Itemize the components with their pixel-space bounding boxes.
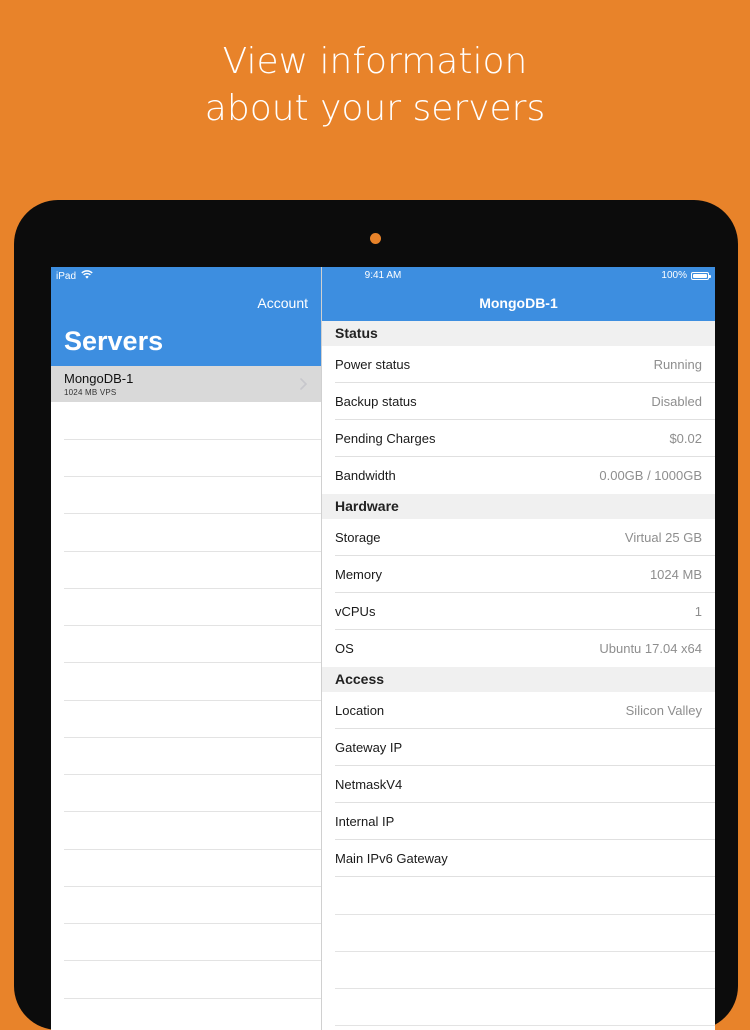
headline-line-1: View information bbox=[222, 41, 528, 82]
row-label: Storage bbox=[335, 530, 381, 545]
list-separator bbox=[64, 476, 321, 477]
servers-title: Servers bbox=[64, 326, 164, 356]
ipad-screen: iPad 9:41 AM 100% Account Servers MongoD… bbox=[51, 267, 715, 1030]
list-separator bbox=[64, 923, 321, 924]
headline-line-2: about your servers bbox=[204, 88, 546, 129]
battery-icon bbox=[691, 271, 711, 280]
account-button[interactable]: Account bbox=[257, 295, 308, 311]
row-label: Bandwidth bbox=[335, 468, 396, 483]
chevron-right-icon bbox=[300, 378, 308, 390]
row-label: OS bbox=[335, 641, 354, 656]
detail-row-backup-status[interactable]: Backup status Disabled bbox=[322, 383, 715, 420]
detail-row-location[interactable]: Location Silicon Valley bbox=[322, 692, 715, 729]
row-label: Pending Charges bbox=[335, 431, 436, 446]
list-separator bbox=[64, 439, 321, 440]
row-label: Location bbox=[335, 703, 385, 718]
detail-row-power-status[interactable]: Power status Running bbox=[322, 346, 715, 383]
row-value: 1024 MB bbox=[649, 567, 702, 582]
row-value: Silicon Valley bbox=[625, 703, 702, 718]
server-detail-pane: MongoDB-1 Status Power status Running Ba… bbox=[322, 267, 715, 1030]
servers-master-pane: Account Servers MongoDB-1 1024 MB VPS bbox=[51, 267, 322, 1030]
status-bar: iPad 9:41 AM 100% bbox=[51, 267, 715, 285]
front-camera bbox=[370, 233, 381, 244]
row-label: vCPUs bbox=[335, 604, 376, 619]
detail-title: MongoDB-1 bbox=[479, 295, 558, 311]
row-value: 0.00GB / 1000GB bbox=[599, 468, 702, 483]
server-list-item[interactable]: MongoDB-1 1024 MB VPS bbox=[51, 366, 321, 402]
status-time: 9:41 AM bbox=[364, 270, 402, 281]
list-separator bbox=[64, 625, 321, 626]
detail-row-vcpus[interactable]: vCPUs 1 bbox=[322, 593, 715, 630]
server-plan: 1024 MB VPS bbox=[64, 388, 117, 397]
list-separator bbox=[64, 849, 321, 850]
row-value: 1 bbox=[694, 604, 702, 619]
battery-percentage: 100% bbox=[661, 270, 687, 281]
row-label: NetmaskV4 bbox=[335, 777, 403, 792]
detail-row-netmask-v4[interactable]: NetmaskV4 bbox=[322, 766, 715, 803]
list-separator bbox=[64, 700, 321, 701]
list-separator bbox=[64, 737, 321, 738]
row-value: Ubuntu 17.04 x64 bbox=[599, 641, 702, 656]
detail-row-internal-ip[interactable]: Internal IP bbox=[322, 803, 715, 840]
list-separator bbox=[64, 960, 321, 961]
empty-row-separator bbox=[335, 988, 715, 989]
row-separator bbox=[335, 876, 715, 877]
row-label: Memory bbox=[335, 567, 382, 582]
empty-row-separator bbox=[335, 951, 715, 952]
row-label: Main IPv6 Gateway bbox=[335, 851, 448, 866]
list-separator bbox=[64, 588, 321, 589]
row-value: Disabled bbox=[651, 394, 702, 409]
detail-row-main-ipv6-gateway[interactable]: Main IPv6 Gateway bbox=[322, 840, 715, 877]
detail-row-bandwidth[interactable]: Bandwidth 0.00GB / 1000GB bbox=[322, 457, 715, 494]
ipad-device-frame: iPad 9:41 AM 100% Account Servers MongoD… bbox=[14, 200, 738, 1030]
section-header-status: Status bbox=[322, 321, 715, 346]
row-value: $0.02 bbox=[669, 431, 702, 446]
detail-row-gateway-ip[interactable]: Gateway IP bbox=[322, 729, 715, 766]
list-separator bbox=[64, 774, 321, 775]
row-label: Power status bbox=[335, 357, 411, 372]
list-separator bbox=[64, 551, 321, 552]
detail-row-memory[interactable]: Memory 1024 MB bbox=[322, 556, 715, 593]
section-header-hardware: Hardware bbox=[322, 494, 715, 519]
detail-row-storage[interactable]: Storage Virtual 25 GB bbox=[322, 519, 715, 556]
detail-row-os[interactable]: OS Ubuntu 17.04 x64 bbox=[322, 630, 715, 667]
server-name: MongoDB-1 bbox=[64, 371, 134, 386]
marketing-headline: View information about your servers bbox=[0, 38, 750, 132]
list-separator bbox=[64, 811, 321, 812]
empty-row-separator bbox=[335, 1025, 715, 1026]
section-header-access: Access bbox=[322, 667, 715, 692]
empty-row-separator bbox=[335, 914, 715, 915]
list-separator bbox=[64, 662, 321, 663]
row-value: Running bbox=[653, 357, 702, 372]
list-separator bbox=[64, 513, 321, 514]
detail-row-pending-charges[interactable]: Pending Charges $0.02 bbox=[322, 420, 715, 457]
list-separator bbox=[64, 998, 321, 999]
row-label: Gateway IP bbox=[335, 740, 403, 755]
row-label: Backup status bbox=[335, 394, 417, 409]
row-label: Internal IP bbox=[335, 814, 395, 829]
row-value: Virtual 25 GB bbox=[624, 530, 702, 545]
list-separator bbox=[64, 886, 321, 887]
